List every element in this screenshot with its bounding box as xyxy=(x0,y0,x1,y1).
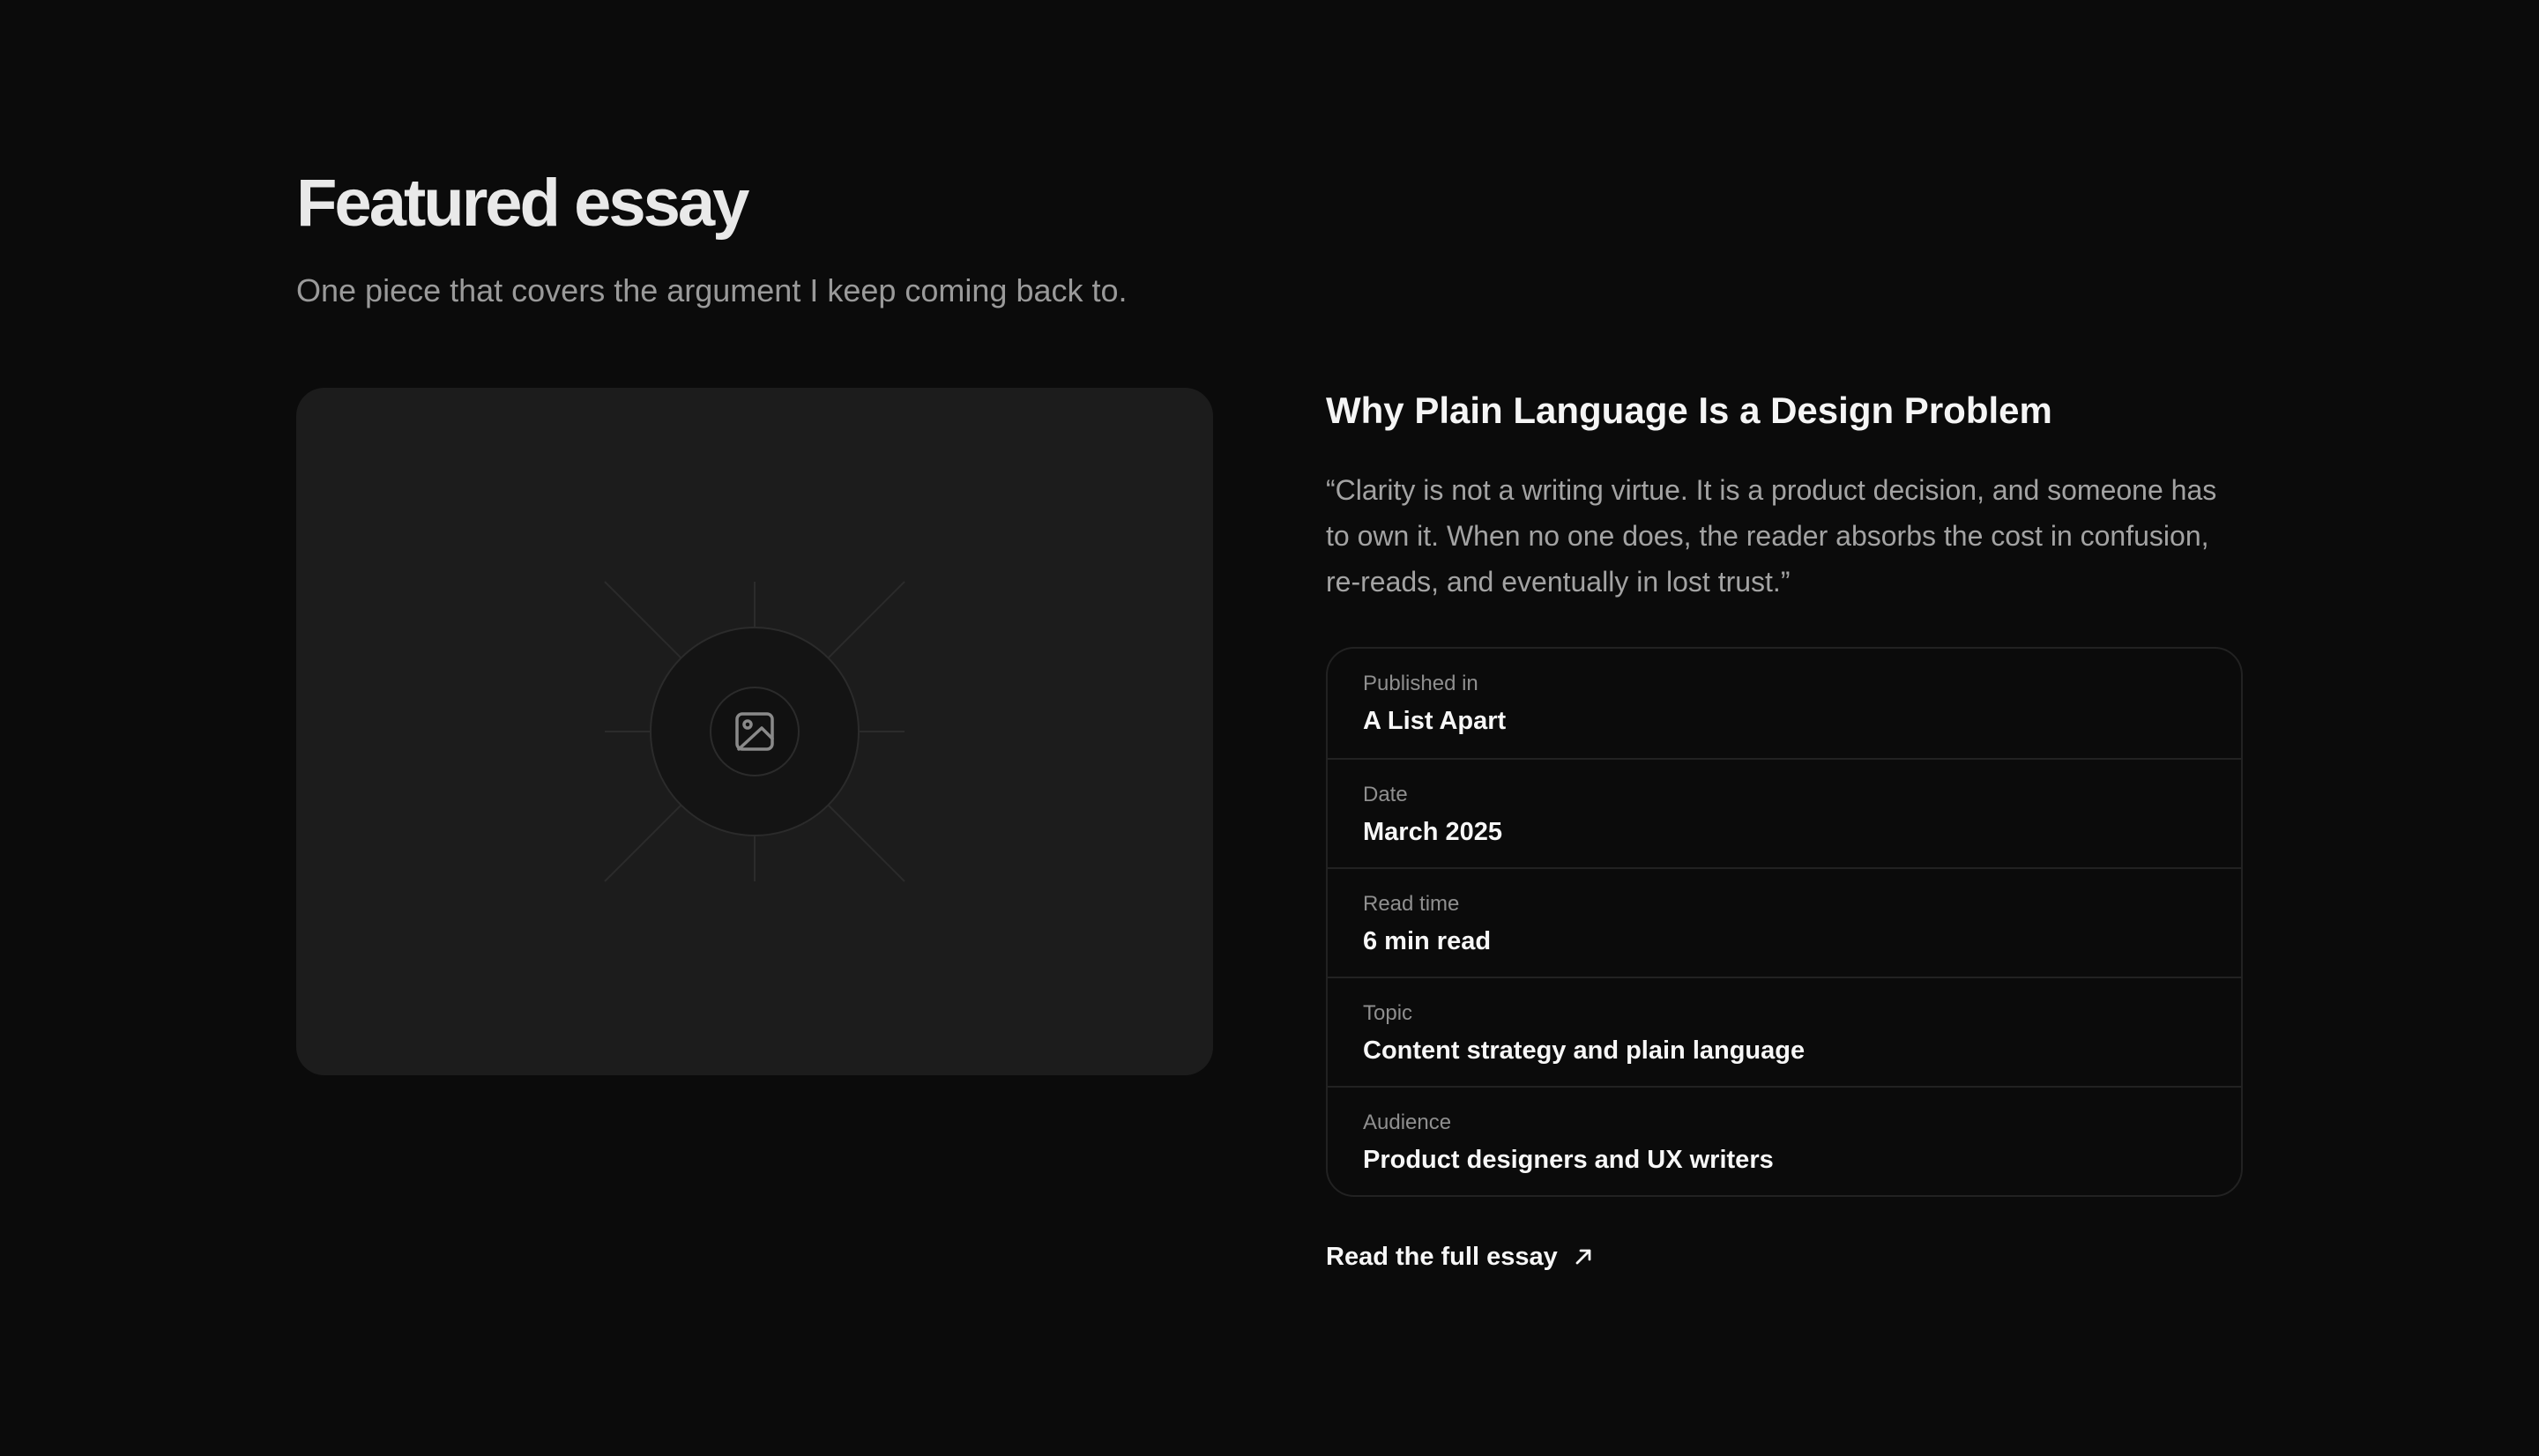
essay-image-placeholder xyxy=(296,388,1213,1075)
meta-value: March 2025 xyxy=(1363,818,1502,846)
meta-label: Topic xyxy=(1363,1001,1413,1025)
featured-essay-section: Featured essay One piece that covers the… xyxy=(0,0,2539,1456)
meta-row-date: Date March 2025 xyxy=(1328,758,2241,867)
meta-label: Read time xyxy=(1363,892,1460,916)
meta-label: Published in xyxy=(1363,672,1478,695)
meta-row-audience: Audience Product designers and UX writer… xyxy=(1328,1086,2241,1195)
meta-row-read-time: Read time 6 min read xyxy=(1328,867,2241,977)
meta-value: A List Apart xyxy=(1363,707,1507,735)
essay-meta-list: Published in A List Apart Date March 202… xyxy=(1326,647,2243,1197)
meta-label: Date xyxy=(1363,783,1408,806)
section-title: Featured essay xyxy=(296,166,749,241)
meta-value: 6 min read xyxy=(1363,927,1492,955)
essay-title: Why Plain Language Is a Design Problem xyxy=(1326,390,2052,431)
meta-label: Audience xyxy=(1363,1111,1452,1134)
essay-details: Why Plain Language Is a Design Problem “… xyxy=(1326,384,2243,1274)
placeholder-graphic xyxy=(604,581,905,882)
meta-row-published-in: Published in A List Apart xyxy=(1328,649,2241,758)
meta-value: Product designers and UX writers xyxy=(1363,1146,1774,1174)
read-full-essay-label: Read the full essay xyxy=(1326,1243,1558,1271)
essay-quote: “Clarity is not a writing virtue. It is … xyxy=(1326,474,2217,598)
read-full-essay-link[interactable]: Read the full essay xyxy=(1326,1239,1593,1274)
section-subtitle: One piece that covers the argument I kee… xyxy=(296,272,1128,308)
arrow-up-right-icon xyxy=(1575,1249,1591,1265)
meta-value: Content strategy and plain language xyxy=(1363,1036,1806,1065)
meta-row-topic: Topic Content strategy and plain languag… xyxy=(1328,977,2241,1086)
